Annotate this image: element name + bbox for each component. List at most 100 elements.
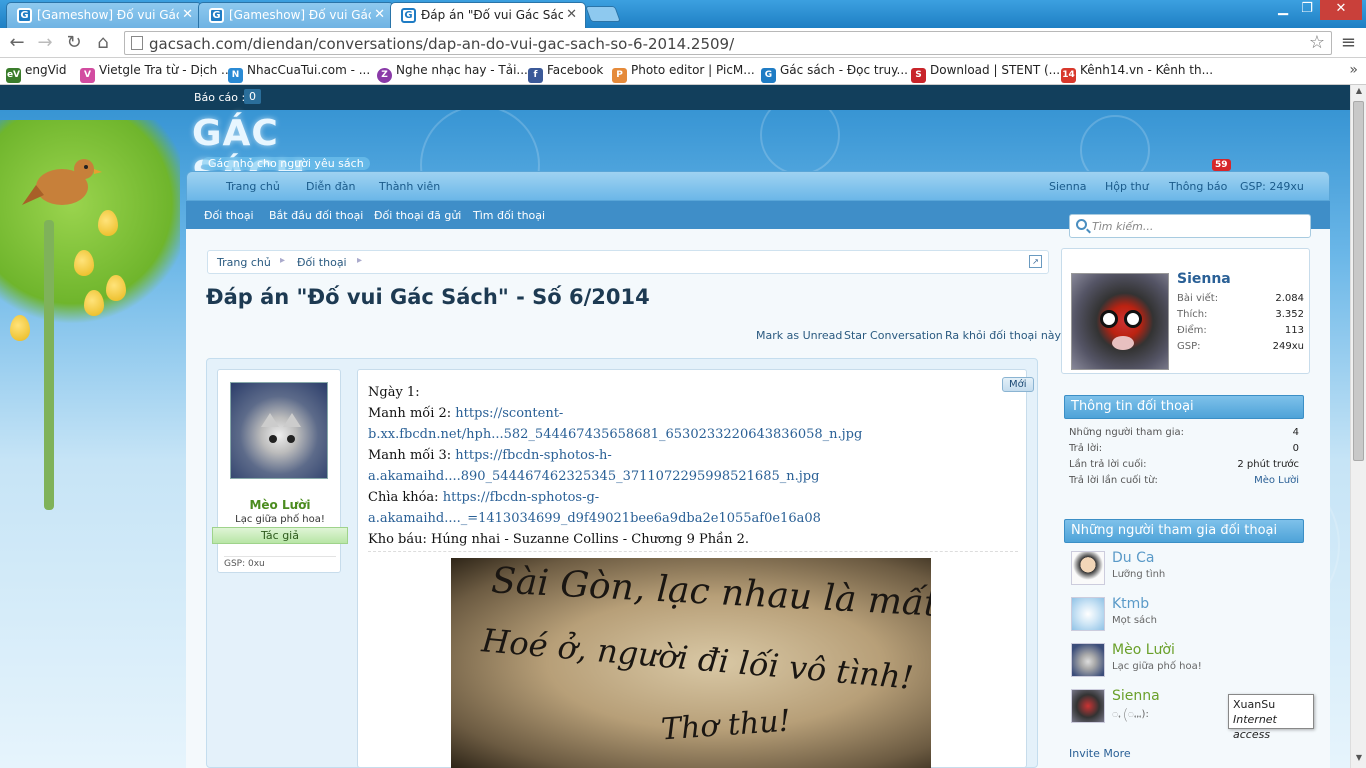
search-input[interactable]: Tìm kiếm... bbox=[1069, 214, 1311, 238]
close-tab-icon[interactable]: ✕ bbox=[566, 7, 577, 22]
info-label: Những người tham gia: bbox=[1069, 427, 1185, 438]
scroll-up-icon[interactable]: ▲ bbox=[1351, 86, 1366, 100]
stat-label: Bài viết: bbox=[1177, 293, 1219, 304]
nav-forums[interactable]: Diễn đàn bbox=[306, 180, 355, 193]
stat-value: 3.352 bbox=[1275, 309, 1304, 320]
bookmark-engvid[interactable]: eV engVid bbox=[6, 63, 67, 83]
breadcrumb-separator-icon: ▸ bbox=[357, 255, 363, 266]
handwriting-photo[interactable]: Sài Gòn, lạc nhau là mất Hoé ở, người đi… bbox=[451, 558, 931, 768]
subnav-start-conversation[interactable]: Bắt đầu đối thoại bbox=[269, 209, 363, 222]
bookmark-star-icon[interactable]: ☆ bbox=[1309, 32, 1325, 53]
zing-icon: Z bbox=[377, 68, 392, 83]
bookmark-label: NhacCuaTui.com - ... bbox=[247, 63, 371, 77]
breadcrumb-conversations[interactable]: Đối thoại bbox=[297, 256, 347, 269]
restore-window-icon[interactable]: ❐ bbox=[1296, 0, 1318, 20]
key-line: Chìa khóa: https://fbcdn-sphotos-g- bbox=[368, 487, 599, 508]
scroll-down-icon[interactable]: ▼ bbox=[1351, 753, 1366, 767]
author-status: Lạc giữa phố hoa! bbox=[235, 514, 325, 525]
info-value: 0 bbox=[1292, 443, 1299, 454]
vietgle-icon: V bbox=[80, 68, 95, 83]
back-arrow-icon[interactable]: ← bbox=[6, 32, 28, 54]
browser-tab-1[interactable]: G [Gameshow] Đố vui Gác S ✕ bbox=[6, 2, 202, 28]
clue3-link-cont[interactable]: a.akamaihd....890_544467462325345_371107… bbox=[368, 469, 819, 484]
close-window-icon[interactable]: ✕ bbox=[1320, 0, 1362, 20]
new-tab-button[interactable] bbox=[585, 6, 621, 22]
home-icon[interactable]: ⌂ bbox=[92, 32, 114, 54]
key-link[interactable]: https://fbcdn-sphotos-g- bbox=[443, 490, 599, 505]
tree-decoration bbox=[0, 110, 185, 768]
author-gsp: GSP: 0xu bbox=[224, 556, 336, 569]
nav-user-account[interactable]: Sienna bbox=[1049, 180, 1087, 193]
tab-title: Đáp án "Đố vui Gác Sách" bbox=[421, 8, 563, 22]
nav-members[interactable]: Thành viên bbox=[379, 180, 440, 193]
avatar[interactable] bbox=[1071, 597, 1105, 631]
info-last-reply: Lần trả lời cuối: 2 phút trước bbox=[1069, 459, 1299, 470]
tab-title: [Gameshow] Đố vui Gác S bbox=[37, 8, 179, 22]
avatar[interactable] bbox=[1071, 551, 1105, 585]
reload-icon[interactable]: ↻ bbox=[63, 32, 85, 54]
bookmark-zing[interactable]: Z Nghe nhạc hay - Tải... bbox=[377, 63, 528, 83]
avatar[interactable] bbox=[1071, 273, 1169, 370]
leave-conversation-link[interactable]: Ra khỏi đối thoại này bbox=[945, 329, 1061, 342]
last-replier-link[interactable]: Mèo Lười bbox=[1254, 475, 1299, 486]
clue2-link-cont[interactable]: b.xx.fbcdn.net/hph...582_544467435658681… bbox=[368, 427, 862, 442]
address-bar[interactable]: gacsach.com/diendan/conversations/dap-an… bbox=[124, 31, 1332, 55]
cat-eye bbox=[269, 435, 277, 443]
avatar[interactable] bbox=[230, 382, 328, 479]
main-navigation: Trang chủ Diễn đàn Thành viên Sienna Hộp… bbox=[186, 171, 1330, 201]
stat-posts: Bài viết: 2.084 bbox=[1177, 293, 1304, 304]
participant-name[interactable]: Ktmb bbox=[1112, 596, 1149, 612]
breadcrumb-home[interactable]: Trang chủ bbox=[217, 256, 271, 269]
scroll-thumb[interactable] bbox=[1353, 101, 1364, 461]
photo-text-line-1: Sài Gòn, lạc nhau là mất bbox=[490, 560, 931, 625]
nav-alerts[interactable]: Thông báo bbox=[1169, 180, 1227, 193]
clue2-label: Manh mối 2: bbox=[368, 406, 456, 421]
close-tab-icon[interactable]: ✕ bbox=[374, 7, 385, 22]
sidebar-username[interactable]: Sienna bbox=[1177, 271, 1231, 287]
invite-more-link[interactable]: Invite More bbox=[1069, 747, 1131, 760]
bookmark-vietgle[interactable]: V Vietgle Tra từ - Dịch ... bbox=[80, 63, 233, 83]
close-tab-icon[interactable]: ✕ bbox=[182, 7, 193, 22]
bookmark-stent[interactable]: S Download | STENT (... bbox=[911, 63, 1060, 83]
bookmark-gacsach[interactable]: G Gác sách - Đọc truy... bbox=[761, 63, 908, 83]
breadcrumb: Trang chủ ▸ Đối thoại ▸ ↗ bbox=[207, 250, 1049, 274]
forward-arrow-icon[interactable]: → bbox=[34, 32, 56, 54]
participant-name[interactable]: Mèo Lười bbox=[1112, 642, 1175, 658]
mark-unread-link[interactable]: Mark as Unread bbox=[756, 329, 842, 342]
jump-to-icon[interactable]: ↗ bbox=[1029, 255, 1042, 268]
participant-name[interactable]: Du Ca bbox=[1112, 550, 1154, 566]
engvid-icon: eV bbox=[6, 68, 21, 83]
avatar[interactable] bbox=[1071, 643, 1105, 677]
bookmark-picmonkey[interactable]: P Photo editor | PicM... bbox=[612, 63, 755, 83]
author-name[interactable]: Mèo Lười bbox=[218, 498, 342, 512]
star-conversation-link[interactable]: Star Conversation bbox=[844, 329, 943, 342]
avatar[interactable] bbox=[1071, 689, 1105, 723]
convo-info-heading: Thông tin đối thoại bbox=[1064, 395, 1304, 419]
clue3-link[interactable]: https://fbcdn-sphotos-h- bbox=[455, 448, 612, 463]
site-logo[interactable]: GÁC SÁCH Gác nhỏ cho người yêu sách bbox=[192, 113, 382, 195]
clue2-link[interactable]: https://scontent- bbox=[455, 406, 563, 421]
more-bookmarks-icon[interactable]: » bbox=[1349, 62, 1358, 78]
stat-label: Thích: bbox=[1177, 309, 1208, 320]
avatar-eye bbox=[1100, 310, 1118, 328]
photo-text-line-2: Hoé ở, người đi lối vô tình! bbox=[480, 621, 915, 697]
minimize-window-icon[interactable]: ▁ bbox=[1272, 0, 1294, 20]
bookmark-facebook[interactable]: f Facebook bbox=[528, 63, 603, 83]
nav-home[interactable]: Trang chủ bbox=[226, 180, 280, 193]
key-link-cont[interactable]: a.akamaihd...._=1413034699_d9f49021bee6a… bbox=[368, 511, 821, 526]
nav-inbox[interactable]: Hộp thư bbox=[1105, 180, 1149, 193]
browser-menu-icon[interactable]: ≡ bbox=[1341, 32, 1356, 53]
bookmarks-bar: eV engVid V Vietgle Tra từ - Dịch ... N Nha… bbox=[0, 58, 1366, 85]
report-count-badge[interactable]: 0 bbox=[244, 89, 261, 104]
nav-gsp[interactable]: GSP: 249xu bbox=[1240, 180, 1304, 193]
subnav-sent-conversations[interactable]: Đối thoại đã gửi bbox=[374, 209, 461, 222]
page-scrollbar[interactable]: ▲ ▼ bbox=[1350, 85, 1366, 768]
bookmark-nhaccuatui[interactable]: N NhacCuaTui.com - ... bbox=[228, 63, 370, 83]
subnav-conversations[interactable]: Đối thoại bbox=[204, 209, 254, 222]
bookmark-kenh14[interactable]: 14 Kênh14.vn - Kênh th... bbox=[1061, 63, 1213, 83]
picmonkey-icon: P bbox=[612, 68, 627, 83]
browser-tab-3-active[interactable]: G Đáp án "Đố vui Gác Sách" ✕ bbox=[390, 2, 586, 28]
subnav-find-conversations[interactable]: Tìm đối thoại bbox=[473, 209, 545, 222]
browser-tab-2[interactable]: G [Gameshow] Đố vui Gác S ✕ bbox=[198, 2, 394, 28]
participant-name[interactable]: Sienna bbox=[1112, 688, 1160, 704]
